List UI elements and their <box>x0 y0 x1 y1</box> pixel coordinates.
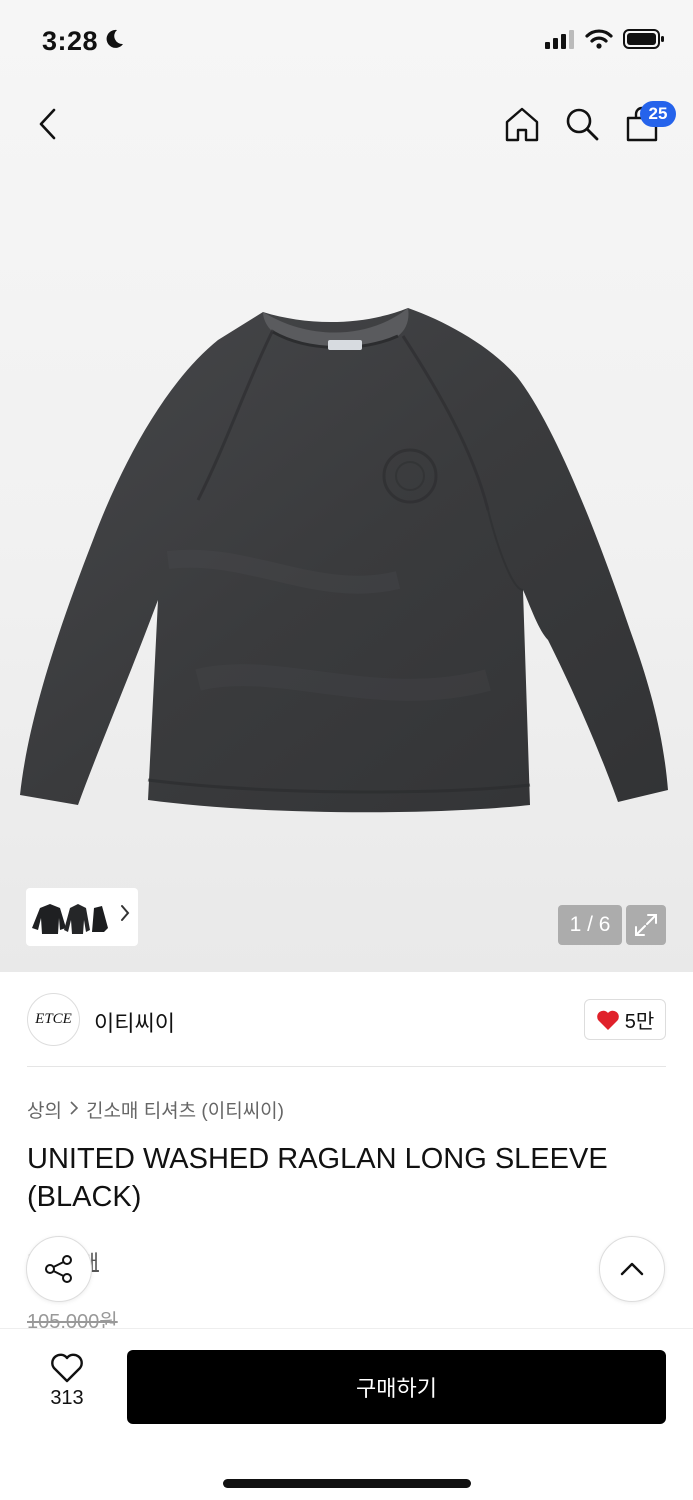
brand-name[interactable]: 이티씨이 <box>94 1006 175 1038</box>
thumbnail-strip[interactable] <box>26 888 138 946</box>
expand-image-button[interactable] <box>626 905 666 945</box>
chevron-right-icon <box>70 1099 79 1121</box>
chevron-left-icon <box>39 108 56 140</box>
purchase-bar: 313 구매하기 <box>0 1328 693 1500</box>
wifi-icon <box>585 29 613 54</box>
breadcrumb-subcategory[interactable]: 긴소매 티셔츠 (이티씨이) <box>86 1096 284 1123</box>
image-counter: 1 / 6 <box>558 905 622 945</box>
product-photo[interactable] <box>18 300 673 820</box>
cart-count-badge: 25 <box>640 101 676 127</box>
buy-button[interactable]: 구매하기 <box>127 1350 666 1424</box>
expand-icon <box>635 914 657 936</box>
battery-icon <box>623 28 665 55</box>
product-title: UNITED WASHED RAGLAN LONG SLEEVE (BLACK) <box>27 1143 608 1213</box>
wishlist-button[interactable]: 313 <box>40 1353 94 1421</box>
brand-logo[interactable]: ETCE <box>27 993 80 1046</box>
back-button[interactable] <box>28 104 68 144</box>
chevron-up-icon <box>620 1262 644 1276</box>
share-icon <box>45 1255 72 1283</box>
brand-logo-text: ETCE <box>35 1011 72 1027</box>
status-bar: 3:28 <box>0 0 693 84</box>
home-button[interactable] <box>502 104 542 144</box>
search-icon <box>566 108 599 141</box>
heart-outline-icon <box>51 1353 83 1383</box>
wishlist-count: 313 <box>50 1387 84 1409</box>
scroll-to-top-button[interactable] <box>599 1236 665 1302</box>
status-time: 3:28 <box>42 26 99 56</box>
top-nav-bar <box>0 84 693 164</box>
cellular-signal-icon <box>545 29 575 54</box>
heart-filled-icon <box>596 1010 619 1030</box>
long-sleeve-shirt-image <box>20 308 668 813</box>
brand-row: ETCE 이티씨이 5만 <box>0 972 693 1068</box>
breadcrumb: 상의 긴소매 티셔츠 (이티씨이) <box>27 1096 284 1123</box>
brand-like-count: 5만 <box>624 1011 655 1033</box>
search-button[interactable] <box>562 104 602 144</box>
breadcrumb-category[interactable]: 상의 <box>27 1096 62 1123</box>
divider <box>27 1066 666 1067</box>
moon-icon <box>104 26 124 57</box>
home-indicator <box>223 1479 471 1488</box>
home-icon <box>505 107 539 142</box>
chevron-right-icon <box>120 904 130 927</box>
share-button[interactable] <box>26 1236 92 1302</box>
brand-like-button[interactable]: 5만 <box>584 999 666 1040</box>
thumbnail-images <box>32 904 108 934</box>
